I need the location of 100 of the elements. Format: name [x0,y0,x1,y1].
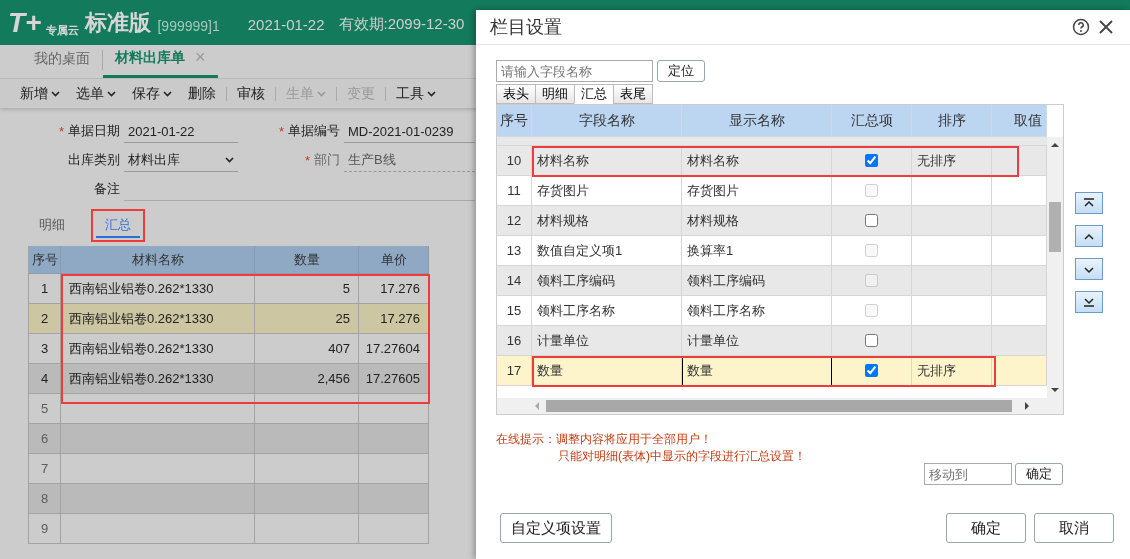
row-number: 14 [497,266,532,296]
scroll-thumb[interactable] [1049,202,1061,252]
field-label: * 单据编号 [278,122,341,141]
table-cell: 西南铝业铝卷0.262*1330 [61,364,255,394]
table-cell: 领料工序名称 [682,296,832,326]
column-header: 汇总项 [832,105,912,137]
toolbar-button[interactable]: 保存 [124,84,180,103]
checkbox[interactable] [865,214,878,227]
column-header: 数量 [255,246,359,274]
input-field[interactable]: 数量 [682,356,832,386]
dropdown-field[interactable]: 材料出库 [124,149,238,172]
toolbar-button[interactable]: 删除 [180,84,224,103]
validity-label: 有效期:2099-12-30 [338,15,465,34]
confirm-button[interactable]: 确定 [1015,463,1063,485]
cancel-button[interactable]: 取消 [1034,513,1114,543]
table-cell [359,424,429,454]
row-number: 13 [497,236,532,266]
section-tab[interactable]: 明细 [535,84,575,104]
column-header: 材料名称 [61,246,255,274]
checkbox[interactable] [865,334,878,347]
table-cell: 17.27605 [359,364,429,394]
table-cell: 17.276 [359,304,429,334]
section-tab[interactable]: 汇总 [574,84,614,104]
row-number: 9 [28,514,61,544]
table-cell [992,356,1047,386]
caret-icon [317,90,326,97]
table-cell: 材料名称 [682,146,832,176]
search-field[interactable]: 请输入字段名称 [496,60,653,82]
table-cell: 材料规格 [682,206,832,236]
table-cell: 计量单位 [532,326,682,356]
column-header: 排序 [912,105,992,137]
move-button[interactable] [1075,192,1103,214]
custom-fields-button[interactable]: 自定义项设置 [500,513,612,543]
caret-icon [51,90,60,97]
move-to-field[interactable]: 移动到 [924,463,1012,485]
table-cell [359,514,429,544]
detail-tab[interactable]: 明细 [25,209,79,242]
locate-button[interactable]: 定位 [657,60,705,82]
scrollbar[interactable] [1047,137,1063,398]
ok-button[interactable]: 确定 [946,513,1026,543]
table-cell [992,236,1047,266]
table-cell: 2,456 [255,364,359,394]
table-cell [992,296,1047,326]
table-cell [992,206,1047,236]
caret-icon [427,90,436,97]
toolbar-button[interactable]: 审核 [229,84,273,103]
scroll-up-icon[interactable] [1050,140,1060,150]
checkbox[interactable] [865,154,878,167]
section-tab[interactable]: 表尾 [613,84,653,104]
checkbox[interactable] [865,364,878,377]
row-number: 4 [28,364,61,394]
scroll-down-icon[interactable] [1050,385,1060,395]
scroll-right-icon[interactable] [1022,401,1032,411]
notice-text: 只能对明细(表体)中显示的字段进行汇总设置！ [558,448,806,465]
input-field[interactable]: MD-2021-01-0239 [344,120,475,143]
row-number: 6 [28,424,61,454]
column-header: 序号 [28,246,61,274]
page-tab[interactable]: 我的桌面 [22,50,102,78]
field-label: * 部门 [304,151,341,170]
move-button[interactable] [1075,258,1103,280]
date-label: 2021-01-22 [247,16,325,33]
dialog-title: 栏目设置 [490,16,563,39]
row-number: 15 [497,296,532,326]
caret-icon [107,90,116,97]
move-button[interactable] [1075,291,1103,313]
move-top-icon [1081,197,1097,209]
table-cell: 存货图片 [682,176,832,206]
table-cell: 计量单位 [682,326,832,356]
scroll-thumb[interactable] [546,400,1012,412]
table-cell [992,176,1047,206]
field-label: 出库类别 [68,151,121,169]
table-cell [992,146,1047,176]
column-header: 显示名称 [682,105,832,137]
row-number: 10 [497,146,532,176]
table-cell: 领料工序名称 [532,296,682,326]
input-field[interactable]: 2021-01-22 [124,120,238,143]
account-label: [999999]1 [157,17,220,34]
toolbar-button[interactable]: 选单 [68,84,124,103]
scrollbar[interactable] [497,398,1063,414]
section-tab[interactable]: 表头 [496,84,536,104]
table-cell: 数量 [532,356,682,386]
edition-label: 标准版 [85,8,152,37]
move-button[interactable] [1075,225,1103,247]
table-cell: 数值自定义项1 [532,236,682,266]
column-header: 字段名称 [532,105,682,137]
table-cell: 材料规格 [532,206,682,236]
column-header: 单价 [359,246,429,274]
logo: T+ [8,6,43,39]
row-number: 17 [497,356,532,386]
toolbar-button[interactable]: 工具 [388,84,444,103]
toolbar-button[interactable]: 新增 [12,84,68,103]
table-cell: 25 [255,304,359,334]
row-number: 12 [497,206,532,236]
table-cell [359,484,429,514]
caret-icon [163,90,172,97]
field-label: 备注 [94,180,121,198]
table-cell: 无排序 [912,356,992,386]
row-number: 8 [28,484,61,514]
table-cell [992,326,1047,356]
logo-subtitle: 专属云 [46,23,80,37]
